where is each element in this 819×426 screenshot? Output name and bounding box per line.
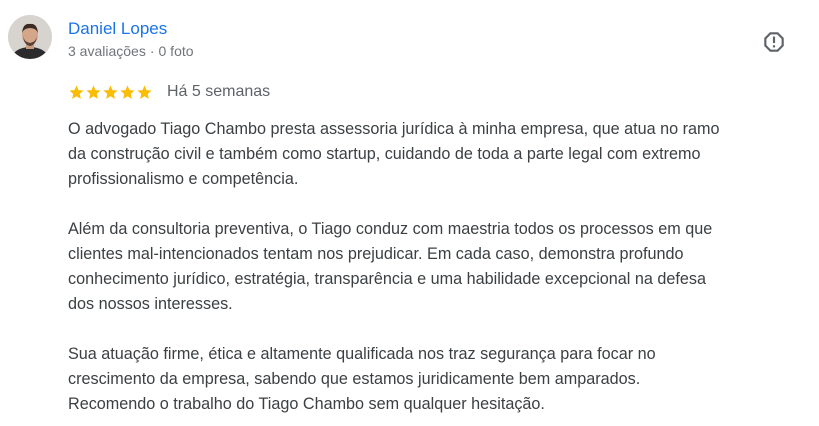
review-line: Além da consultoria preventiva, o Tiago …: [68, 220, 713, 238]
review-line: clientes mal-intencionados tentam nos pr…: [68, 245, 684, 263]
review-date: Há 5 semanas: [167, 83, 271, 100]
meta-separator: ·: [149, 43, 155, 59]
report-review-button[interactable]: [758, 26, 790, 58]
avatar[interactable]: [8, 15, 52, 59]
review-line: O advogado Tiago Chambo presta assessori…: [68, 120, 720, 138]
star-icon: [137, 84, 152, 99]
star-icon: [69, 84, 84, 99]
report-alert-icon: [764, 32, 784, 52]
review-paragraph: Além da consultoria preventiva, o Tiago …: [68, 217, 803, 317]
review-line: da construção civil e também como startu…: [68, 145, 701, 163]
review-line: Sua atuação firme, ética e altamente qua…: [68, 345, 656, 363]
star-rating: [68, 84, 153, 101]
author-name-link[interactable]: Daniel Lopes: [68, 18, 167, 40]
author-meta: 3 avaliações · 0 foto: [68, 42, 194, 60]
review-line: profissionalismo e competência.: [68, 170, 299, 188]
rating-row: Há 5 semanas: [68, 81, 270, 103]
review-line: Recomendo o trabalho do Tiago Chambo sem…: [68, 395, 545, 413]
photos-count: 0 foto: [158, 43, 194, 59]
star-icon: [103, 84, 118, 99]
review-paragraph: O advogado Tiago Chambo presta assessori…: [68, 117, 803, 192]
review-line: crescimento da empresa, sabendo que esta…: [68, 370, 641, 388]
star-icon: [120, 84, 135, 99]
review-line: conhecimento jurídico, estratégia, trans…: [68, 270, 707, 288]
review-line: dos nossos interesses.: [68, 295, 233, 313]
star-icon: [86, 84, 101, 99]
reviews-count: 3 avaliações: [68, 43, 146, 59]
review-text: O advogado Tiago Chambo presta assessori…: [68, 117, 803, 417]
review-paragraph: Sua atuação firme, ética e altamente qua…: [68, 342, 803, 417]
avatar-photo: [8, 15, 52, 59]
